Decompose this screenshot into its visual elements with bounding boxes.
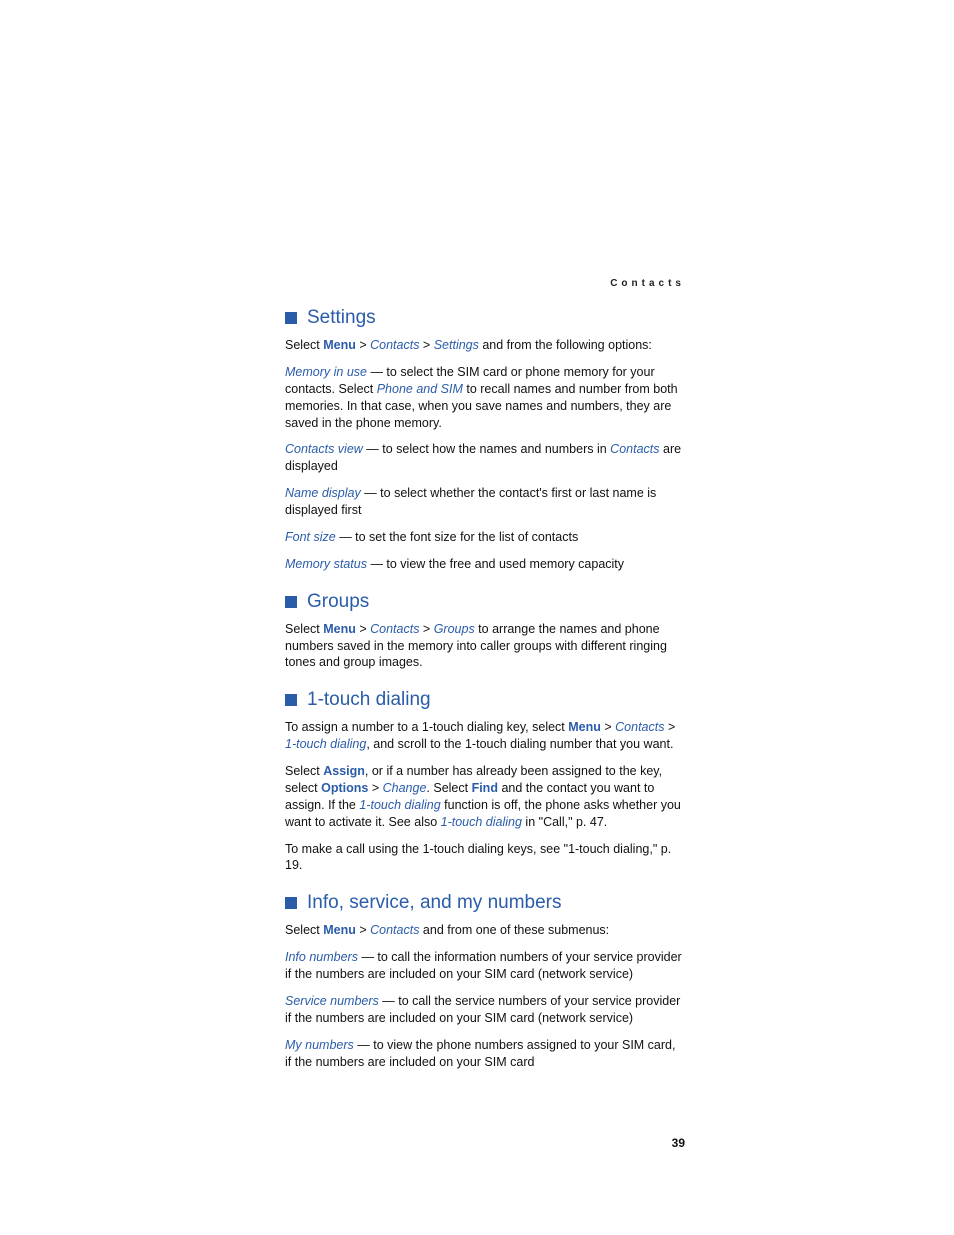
contacts-link[interactable]: Contacts [370, 622, 419, 636]
contacts-link[interactable]: Contacts [370, 338, 419, 352]
groups-body: Select Menu > Contacts > Groups to arran… [285, 621, 685, 672]
settings-intro: Select Menu > Contacts > Settings and fr… [285, 337, 685, 354]
memory-status: Memory status — to view the free and use… [285, 556, 685, 573]
heading-info: Info, service, and my numbers [285, 892, 685, 914]
my-numbers-label[interactable]: My numbers [285, 1038, 354, 1052]
name-display-label[interactable]: Name display [285, 486, 361, 500]
memory-in-use: Memory in use — to select the SIM card o… [285, 364, 685, 432]
font-size-label[interactable]: Font size [285, 530, 336, 544]
name-display: Name display — to select whether the con… [285, 485, 685, 519]
heading-text: 1-touch dialing [307, 689, 431, 711]
info-numbers: Info numbers — to call the information n… [285, 949, 685, 983]
service-numbers-label[interactable]: Service numbers [285, 994, 379, 1008]
square-bullet-icon [285, 694, 297, 706]
menu-link[interactable]: Menu [323, 923, 356, 937]
page-content: Contacts Settings Select Menu > Contacts… [285, 278, 685, 1080]
contacts-link[interactable]: Contacts [610, 442, 659, 456]
square-bullet-icon [285, 897, 297, 909]
one-touch-link[interactable]: 1-touch dialing [285, 737, 366, 751]
page-number: 39 [672, 1136, 685, 1150]
heading-text: Info, service, and my numbers [307, 892, 562, 914]
menu-link[interactable]: Menu [323, 622, 356, 636]
running-header: Contacts [285, 278, 685, 289]
contacts-link[interactable]: Contacts [615, 720, 664, 734]
memory-status-label[interactable]: Memory status [285, 557, 367, 571]
contacts-view: Contacts view — to select how the names … [285, 441, 685, 475]
contacts-link[interactable]: Contacts [370, 923, 419, 937]
options-link[interactable]: Options [321, 781, 368, 795]
one-touch-p2: Select Assign, or if a number has alread… [285, 763, 685, 831]
one-touch-link[interactable]: 1-touch dialing [359, 798, 440, 812]
one-touch-p3: To make a call using the 1-touch dialing… [285, 841, 685, 875]
font-size: Font size — to set the font size for the… [285, 529, 685, 546]
find-link[interactable]: Find [472, 781, 498, 795]
square-bullet-icon [285, 312, 297, 324]
heading-text: Settings [307, 307, 376, 329]
menu-link[interactable]: Menu [323, 338, 356, 352]
one-touch-link[interactable]: 1-touch dialing [441, 815, 522, 829]
info-intro: Select Menu > Contacts and from one of t… [285, 922, 685, 939]
settings-link[interactable]: Settings [434, 338, 479, 352]
change-link[interactable]: Change [383, 781, 427, 795]
groups-link[interactable]: Groups [434, 622, 475, 636]
heading-groups: Groups [285, 591, 685, 613]
heading-settings: Settings [285, 307, 685, 329]
square-bullet-icon [285, 596, 297, 608]
menu-link[interactable]: Menu [568, 720, 601, 734]
heading-one-touch: 1-touch dialing [285, 689, 685, 711]
one-touch-p1: To assign a number to a 1-touch dialing … [285, 719, 685, 753]
heading-text: Groups [307, 591, 369, 613]
assign-link[interactable]: Assign [323, 764, 365, 778]
service-numbers: Service numbers — to call the service nu… [285, 993, 685, 1027]
info-numbers-label[interactable]: Info numbers [285, 950, 358, 964]
phone-and-sim-link[interactable]: Phone and SIM [377, 382, 463, 396]
memory-in-use-label[interactable]: Memory in use [285, 365, 367, 379]
contacts-view-label[interactable]: Contacts view [285, 442, 363, 456]
my-numbers: My numbers — to view the phone numbers a… [285, 1037, 685, 1071]
